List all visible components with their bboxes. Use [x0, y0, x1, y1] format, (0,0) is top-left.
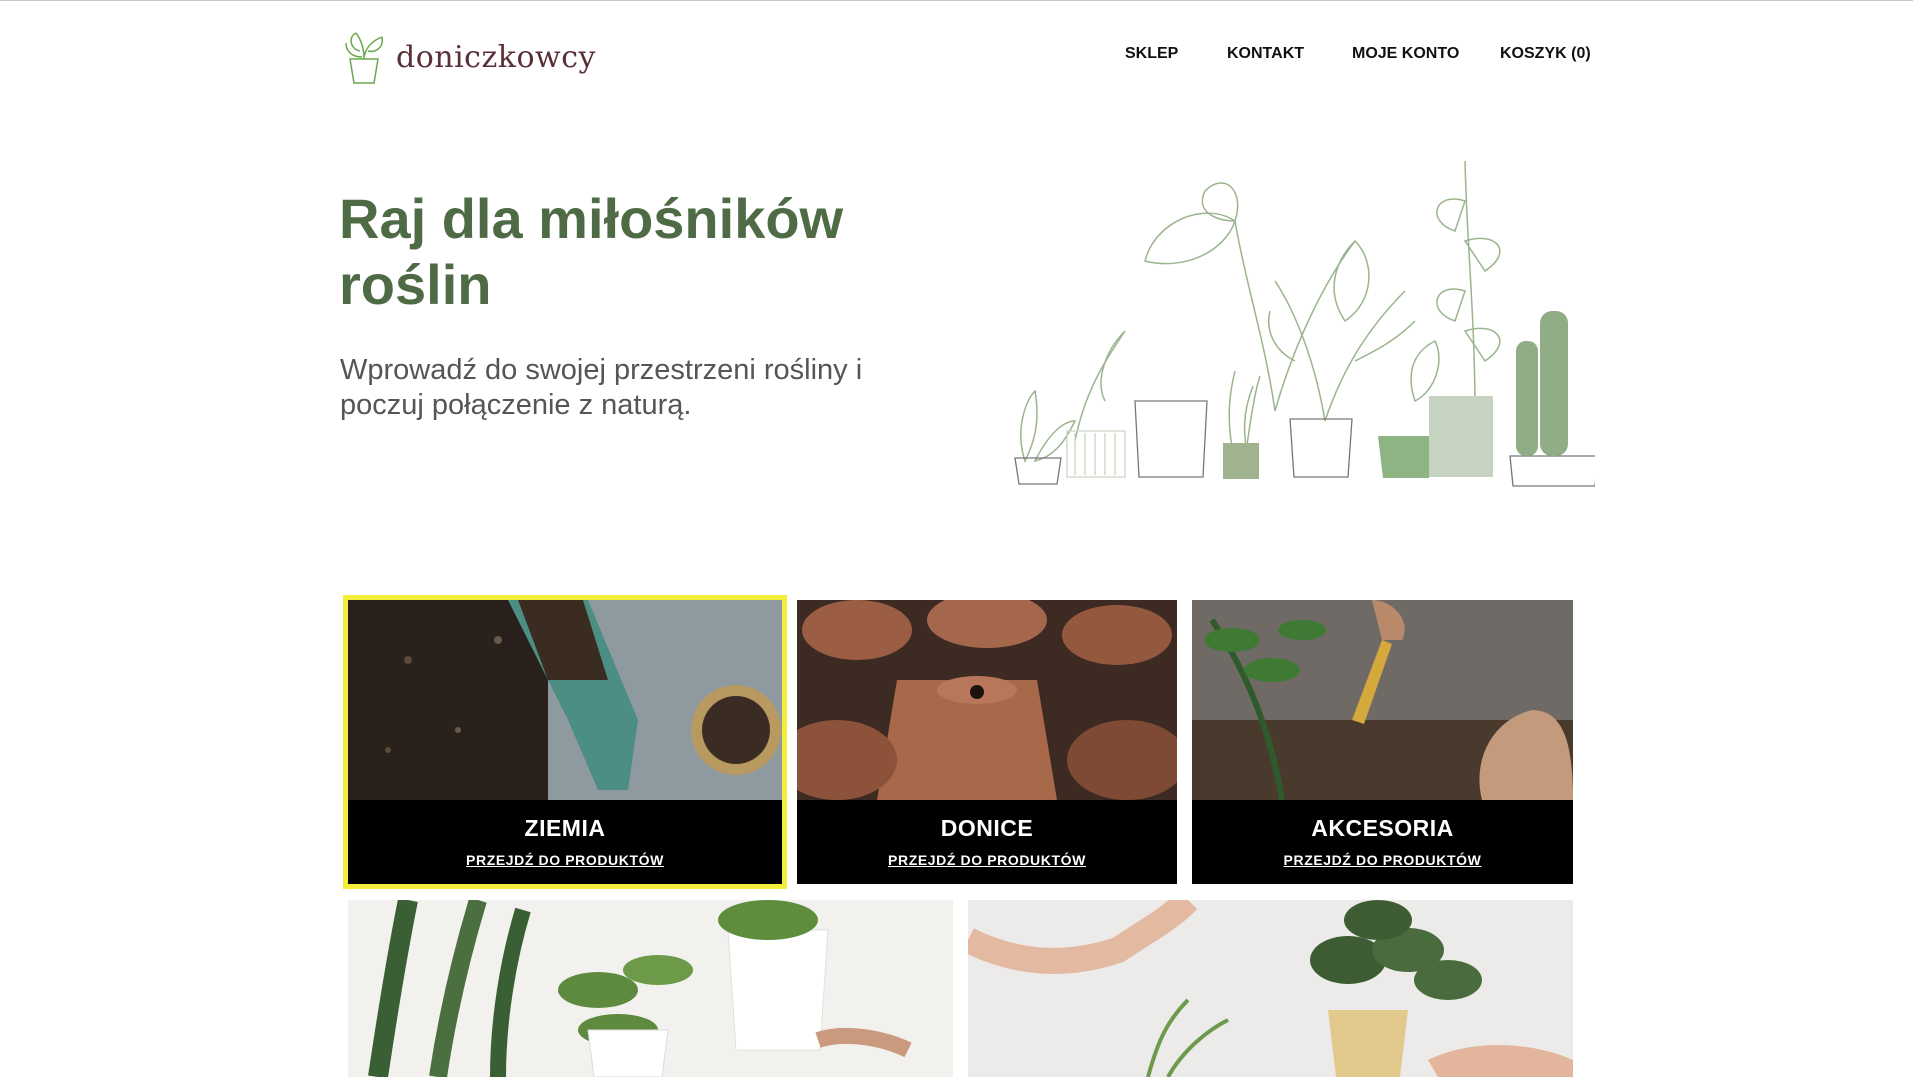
category-title: DONICE — [940, 815, 1034, 841]
houseplants-photo — [348, 900, 953, 1077]
nav-cart-link[interactable]: KOSZYK (0) — [1500, 45, 1591, 63]
feature-image-snake-plant[interactable] — [348, 900, 953, 1077]
category-card-pots[interactable]: DONICE PRZEJDŹ DO PRODUKTÓW — [797, 600, 1177, 884]
category-link[interactable]: PRZEJDŹ DO PRODUKTÓW — [797, 852, 1177, 868]
logo-link[interactable]: doniczkowcy — [342, 29, 596, 85]
category-title: AKCESORIA — [1311, 815, 1454, 841]
plant-logo-icon — [345, 32, 384, 84]
nav-contact-link[interactable]: KONTAKT — [1227, 45, 1304, 63]
hero-subtitle-line: poczuj połączenie z naturą. — [340, 389, 692, 421]
nav-account-link[interactable]: MOJE KONTO — [1352, 45, 1459, 63]
plants-illustration — [1014, 161, 1595, 487]
soil-photo — [348, 600, 782, 800]
category-title: ZIEMIA — [524, 815, 606, 841]
hero-subtitle-line: Wprowadź do swojej przestrzeni rośliny i — [340, 354, 863, 386]
hands-holding-plant-photo — [968, 900, 1573, 1077]
nav-shop-link[interactable]: SKLEP — [1125, 45, 1178, 63]
site-header: doniczkowcy SKLEP KONTAKT MOJE KONTO KOS… — [0, 1, 1913, 111]
category-card-soil[interactable]: ZIEMIA PRZEJDŹ DO PRODUKTÓW — [348, 600, 782, 884]
hero-title-line: Raj dla miłośników — [339, 187, 844, 250]
pots-photo — [797, 600, 1177, 800]
category-link[interactable]: PRZEJDŹ DO PRODUKTÓW — [1192, 852, 1573, 868]
hero-title: Raj dla miłośników roślin — [339, 186, 899, 318]
accessories-photo — [1192, 600, 1573, 800]
hero-title-line: roślin — [339, 253, 492, 316]
category-link[interactable]: PRZEJDŹ DO PRODUKTÓW — [348, 852, 782, 868]
feature-image-hands-plant[interactable] — [968, 900, 1573, 1077]
category-card-accessories[interactable]: AKCESORIA PRZEJDŹ DO PRODUKTÓW — [1192, 600, 1573, 884]
hero-subtitle: Wprowadź do swojej przestrzeni rośliny i… — [340, 353, 900, 423]
brand-name: doniczkowcy — [396, 39, 596, 75]
